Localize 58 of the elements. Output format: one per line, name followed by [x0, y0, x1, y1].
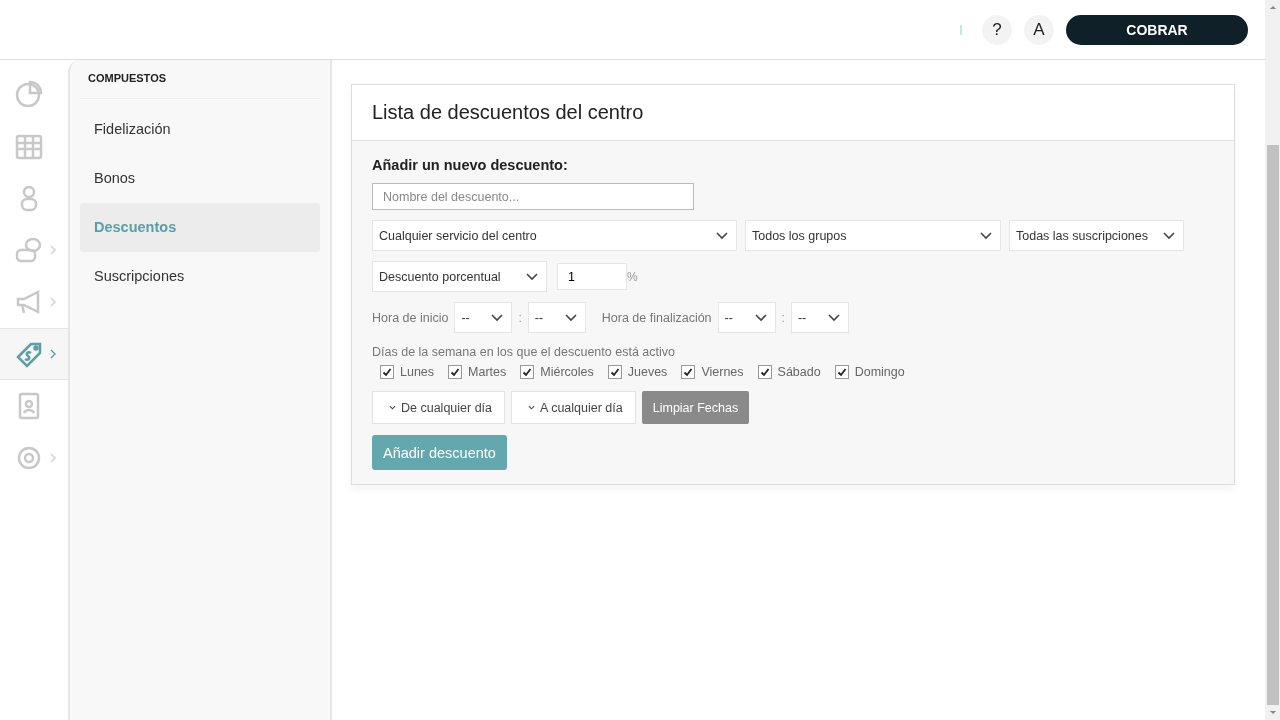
caret-icon	[528, 405, 536, 410]
day-label: Martes	[468, 365, 507, 379]
chevron-down-icon	[526, 272, 538, 281]
chevron-down-icon	[980, 231, 992, 240]
day-checkbox[interactable]	[757, 365, 772, 379]
start-time-label: Hora de inicio	[372, 310, 449, 325]
day-label: Domingo	[854, 365, 905, 379]
submenu-item[interactable]: Suscripciones	[80, 252, 320, 301]
card-title: Lista de descuentos del centro	[352, 85, 1234, 141]
time-separator: :	[518, 310, 522, 325]
filter-dropdown[interactable]: Todas las suscripciones	[1009, 220, 1184, 251]
chevron-down-icon	[716, 231, 728, 240]
chevron-right-icon	[50, 245, 56, 255]
chevron-right-icon	[50, 297, 56, 307]
submenu-item[interactable]: Bonos	[80, 154, 320, 203]
day-label: Miércoles	[540, 365, 594, 379]
hour-dropdown[interactable]: --	[717, 302, 776, 333]
chevron-right-icon	[50, 349, 56, 359]
help-button[interactable]: ?	[982, 14, 1012, 45]
day-checkbox[interactable]	[448, 365, 463, 379]
form-heading: Añadir un nuevo descuento:	[372, 157, 568, 173]
percent-label: %	[627, 269, 638, 284]
nav-tag-button[interactable]	[0, 328, 68, 380]
filter-dropdown[interactable]: Cualquier servicio del centro	[372, 220, 737, 251]
submenu-heading: COMPUESTOS	[80, 72, 320, 99]
chevron-down-icon	[827, 313, 840, 322]
day-checkbox[interactable]	[520, 365, 535, 379]
chevron-down-icon	[491, 313, 504, 322]
day-label: Lunes	[400, 365, 435, 379]
name-input-field[interactable]: Nombre del descuento...	[372, 183, 694, 210]
days-label: Días de la semana en los que el descuento está activo	[372, 345, 675, 359]
avatar-button[interactable]: A	[1024, 14, 1054, 45]
chevron-down-icon	[564, 313, 577, 322]
day-label: Jueves	[627, 365, 668, 379]
end-time-label: Hora de finalización	[601, 310, 712, 325]
day-checkbox[interactable]	[380, 365, 394, 379]
chevron-down-icon	[754, 313, 767, 322]
day-label: Sábado	[777, 365, 821, 379]
charge-button[interactable]: COBRAR	[1066, 14, 1248, 45]
minute-dropdown[interactable]: --	[527, 302, 586, 333]
hour-dropdown[interactable]: --	[454, 302, 513, 333]
date-from-button[interactable]: De cualquier día	[372, 391, 506, 424]
caret-icon	[389, 405, 396, 410]
chevron-right-icon	[50, 453, 56, 463]
day-checkbox[interactable]	[681, 365, 696, 379]
filter-dropdown[interactable]: Todos los grupos	[745, 220, 1001, 251]
submenu-item[interactable]: Fidelización	[80, 105, 320, 154]
day-label: Viernes	[701, 365, 744, 379]
day-checkbox[interactable]	[834, 365, 849, 379]
pie-icon	[14, 79, 44, 109]
minute-dropdown[interactable]: --	[790, 302, 849, 333]
date-to-button[interactable]: A cualquier día	[511, 391, 636, 424]
coins-icon	[14, 235, 44, 265]
day-checkbox[interactable]	[607, 365, 622, 379]
amount-input-field[interactable]: 1	[557, 263, 627, 290]
discount-type-dropdown[interactable]: Descuento porcentual	[372, 261, 547, 292]
time-separator: :	[781, 310, 785, 325]
chevron-down-icon	[1163, 231, 1175, 240]
